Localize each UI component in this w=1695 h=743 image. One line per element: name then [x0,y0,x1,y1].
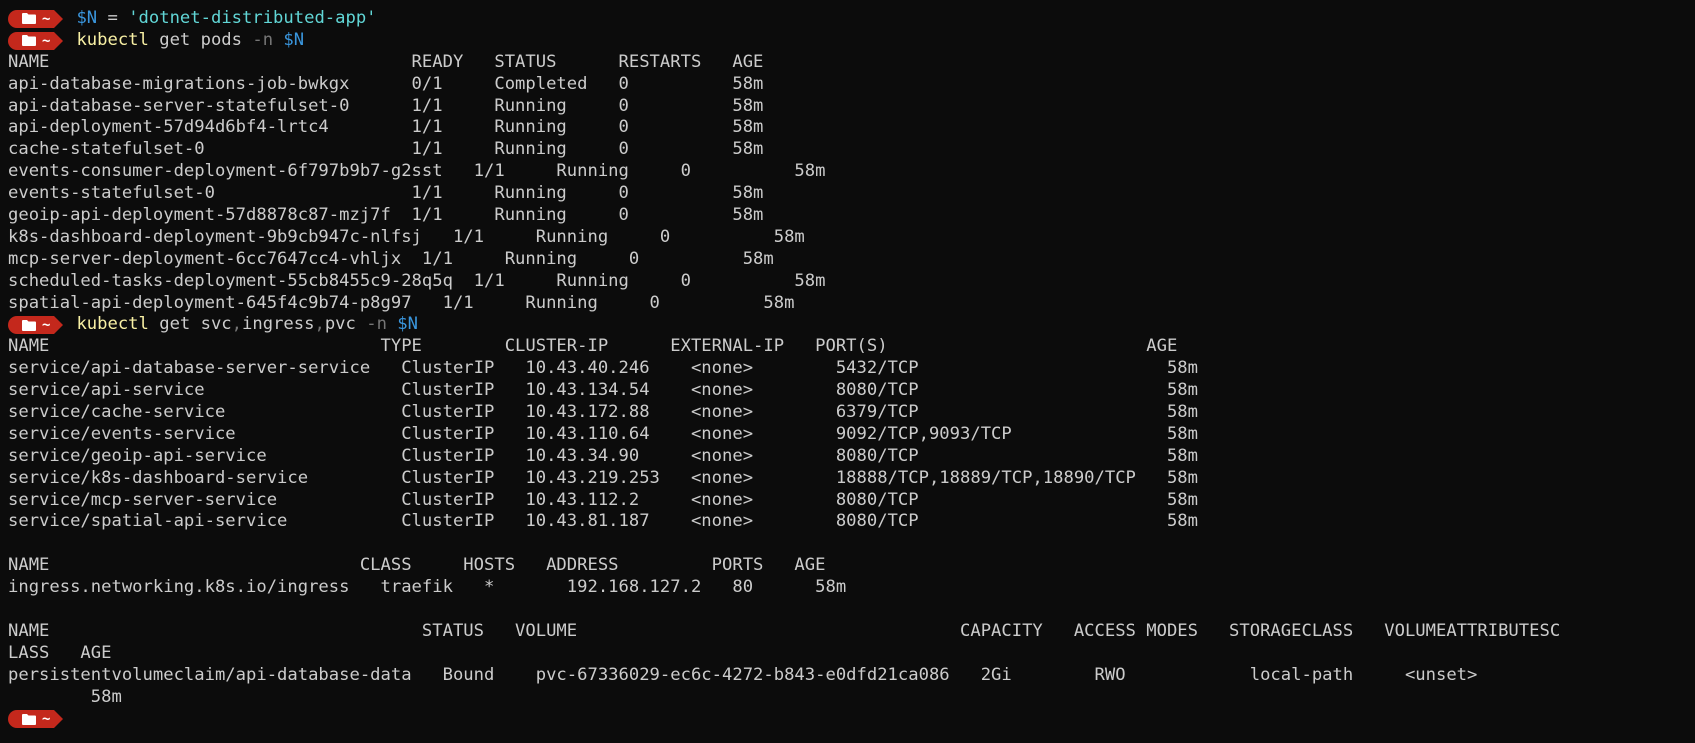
command-variable: $N [397,314,418,335]
command-args: pvc [324,314,367,335]
pod-row: scheduled-tasks-deployment-55cb8455c9-28… [8,270,826,291]
prompt-badge: ~ [8,31,64,50]
services-header: NAME TYPE CLUSTER-IP EXTERNAL-IP PORT(S)… [8,336,1178,357]
folder-icon [22,713,36,725]
pod-row: events-consumer-deployment-6f797b9b7-g2s… [8,161,826,182]
ingress-header: NAME CLASS HOSTS ADDRESS PORTS AGE [8,555,826,576]
ingress-row: ingress.networking.k8s.io/ingress traefi… [8,577,847,598]
pod-row: mcp-server-deployment-6cc7647cc4-vhljx 1… [8,248,774,269]
folder-icon [22,13,36,25]
pod-row: api-database-migrations-job-bwkgx 0/1 Co… [8,73,764,94]
pod-row: events-statefulset-0 1/1 Running 0 58m [8,183,764,204]
pod-row: spatial-api-deployment-645f4c9b74-p8g97 … [8,292,795,313]
pod-row: api-deployment-57d94d6bf4-lrtc4 1/1 Runn… [8,117,764,138]
assignment-operator: = [97,8,129,28]
command-separator: , [231,314,243,335]
prompt-line[interactable]: ~ [8,709,1688,731]
prompt-badge: ~ [8,316,64,335]
pods-header: NAME READY STATUS RESTARTS AGE [8,51,764,72]
command-args: get pods [148,29,253,50]
command-flag: -n [252,29,274,50]
command-variable: $N [283,29,305,50]
prompt-badge: ~ [8,9,64,28]
command-separator: , [314,314,325,335]
command-args: ingress [242,314,315,335]
pvc-header-wrap: LASS AGE [8,642,112,663]
prompt-badge: ~ [8,710,64,729]
service-row: service/geoip-api-service ClusterIP 10.4… [8,445,1198,466]
prompt-path: ~ [42,317,51,334]
pod-row: api-database-server-statefulset-0 1/1 Ru… [8,95,764,116]
prompt-line: ~ kubectl get pods -n $N [8,30,1688,52]
pvc-header: NAME STATUS VOLUME CAPACITY ACCESS MODES… [8,620,1561,641]
variable-name: $N [76,8,98,28]
service-row: service/cache-service ClusterIP 10.43.17… [8,402,1198,423]
prompt-line: ~ kubectl get svc, ingress, pvc -n $N [8,314,1688,336]
command-name: kubectl [76,314,149,335]
pod-row: cache-statefulset-0 1/1 Running 0 58m [8,139,764,160]
pod-row: geoip-api-deployment-57d8878c87-mzj7f 1/… [8,205,764,226]
command-args: get svc [148,314,232,335]
service-row: service/api-database-server-service Clus… [8,358,1198,379]
folder-icon [22,35,36,47]
service-row: service/api-service ClusterIP 10.43.134.… [8,380,1198,401]
prompt-path: ~ [42,10,51,27]
prompt-line: ~ $N = 'dotnet-distributed-app' [8,8,1688,30]
pvc-row-wrap: 58m [8,686,122,707]
service-row: service/k8s-dashboard-service ClusterIP … [8,467,1198,488]
pvc-row: persistentvolumeclaim/api-database-data … [8,664,1478,685]
service-row: service/mcp-server-service ClusterIP 10.… [8,489,1198,510]
command-name: kubectl [76,29,149,50]
folder-icon [22,319,36,331]
service-row: service/spatial-api-service ClusterIP 10… [8,511,1198,532]
prompt-path: ~ [42,711,51,728]
pod-row: k8s-dashboard-deployment-9b9cb947c-nlfsj… [8,226,805,247]
string-value: 'dotnet-distributed-app' [128,8,377,28]
service-row: service/events-service ClusterIP 10.43.1… [8,423,1198,444]
terminal-window[interactable]: ~ $N = 'dotnet-distributed-app' ~ kubect… [8,8,1688,730]
prompt-path: ~ [42,32,51,49]
command-flag: -n [366,314,387,335]
